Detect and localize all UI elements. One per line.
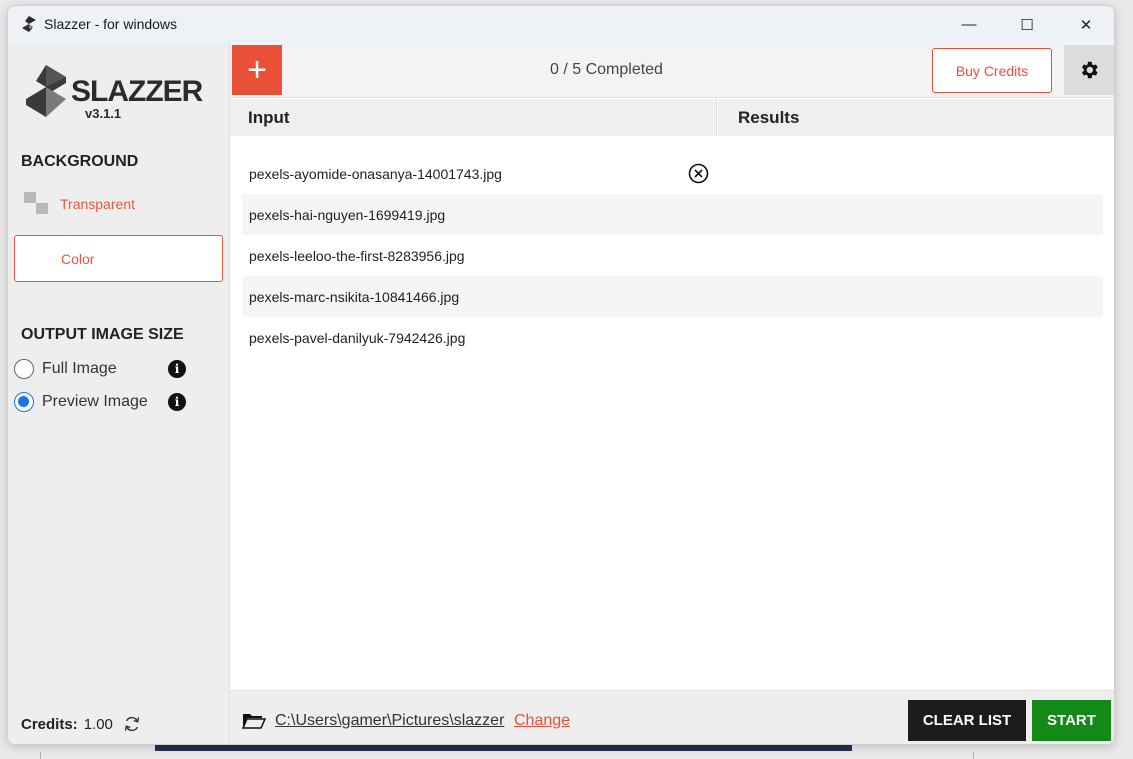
title-bar: Slazzer - for windows — ☐ ✕ [8, 6, 1114, 43]
preview-image-radio[interactable] [14, 392, 34, 412]
checker-icon [24, 192, 50, 216]
list-item[interactable]: pexels-ayomide-onasanya-14001743.jpg [242, 153, 1103, 194]
file-name: pexels-pavel-danilyuk-7942426.jpg [249, 329, 466, 346]
output-size-title: OUTPUT IMAGE SIZE [21, 326, 184, 343]
color-button[interactable]: Color [14, 235, 223, 282]
credits-value: 1.00 [83, 715, 113, 733]
window-title: Slazzer - for windows [44, 16, 178, 32]
input-column-header: Input [230, 99, 717, 136]
preview-image-label: Preview Image [42, 393, 148, 410]
file-name: pexels-marc-nsikita-10841466.jpg [249, 288, 460, 305]
file-list: pexels-ayomide-onasanya-14001743.jpg pex… [242, 153, 1103, 358]
version-label: v3.1.1 [85, 106, 122, 121]
output-path[interactable]: C:\Users\gamer\Pictures\slazzer [275, 712, 504, 730]
credits: Credits: 1.00 [21, 715, 141, 733]
app-icon [22, 16, 36, 32]
logo: SLAZZER v3.1.1 [22, 61, 222, 121]
file-name: pexels-hai-nguyen-1699419.jpg [249, 206, 446, 223]
list-item[interactable]: pexels-pavel-danilyuk-7942426.jpg [242, 317, 1103, 358]
start-button[interactable]: START [1032, 700, 1111, 741]
full-image-radio[interactable] [14, 359, 34, 379]
list-item[interactable]: pexels-marc-nsikita-10841466.jpg [242, 276, 1103, 317]
full-image-option[interactable]: Full Image [14, 359, 117, 379]
clear-list-button[interactable]: CLEAR LIST [908, 700, 1026, 741]
close-button[interactable]: ✕ [1063, 6, 1109, 43]
folder-icon [242, 714, 266, 729]
buy-credits-button[interactable]: Buy Credits [932, 48, 1052, 93]
credits-label: Credits: [21, 715, 78, 733]
results-column-header: Results [718, 99, 1114, 136]
top-bar: + 0 / 5 Completed Buy Credits [230, 43, 1114, 98]
file-name: pexels-ayomide-onasanya-14001743.jpg [249, 165, 502, 182]
maximize-button[interactable]: ☐ [1004, 6, 1050, 43]
gear-icon [1081, 61, 1098, 79]
full-image-label: Full Image [42, 360, 117, 377]
minimize-button[interactable]: — [946, 6, 992, 43]
info-icon[interactable]: i [168, 360, 186, 378]
remove-icon[interactable] [688, 163, 709, 184]
add-icon: + [247, 50, 267, 89]
preview-image-option[interactable]: Preview Image [14, 392, 148, 412]
list-item[interactable]: pexels-leeloo-the-first-8283956.jpg [242, 235, 1103, 276]
change-path-link[interactable]: Change [514, 712, 570, 730]
logo-text: SLAZZER [71, 75, 203, 108]
background-line [40, 752, 41, 759]
info-icon[interactable]: i [168, 393, 186, 411]
refresh-icon[interactable] [123, 715, 141, 733]
sidebar: SLAZZER v3.1.1 BACKGROUND Transparent Co… [8, 43, 230, 744]
list-item[interactable]: pexels-hai-nguyen-1699419.jpg [242, 194, 1103, 235]
transparent-option[interactable]: Transparent [24, 192, 135, 216]
main-panel: + 0 / 5 Completed Buy Credits Input Resu… [230, 43, 1114, 744]
background-title: BACKGROUND [21, 153, 139, 170]
background-line [973, 752, 974, 759]
transparent-label: Transparent [60, 196, 135, 212]
progress-status: 0 / 5 Completed [550, 61, 663, 78]
file-name: pexels-leeloo-the-first-8283956.jpg [249, 247, 465, 264]
app-window: Slazzer - for windows — ☐ ✕ SLAZZER v3.1… [7, 5, 1115, 745]
logo-icon [26, 65, 66, 117]
settings-button[interactable] [1064, 45, 1114, 95]
add-files-button[interactable]: + [232, 45, 282, 95]
bottom-bar: C:\Users\gamer\Pictures\slazzer Change C… [230, 690, 1114, 744]
